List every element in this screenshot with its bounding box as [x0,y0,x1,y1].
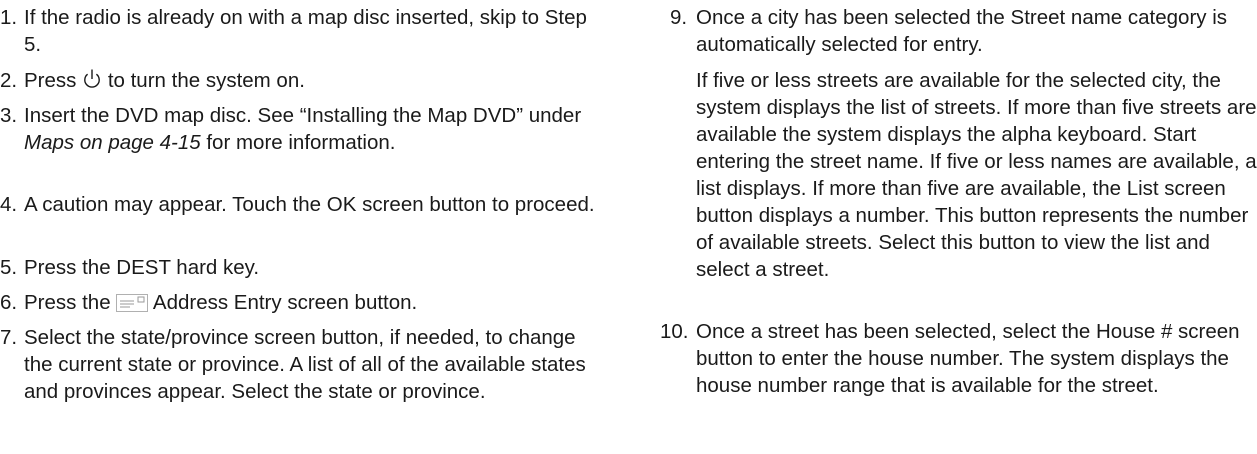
step-text: A caution may appear. Touch the OK scree… [24,193,595,216]
step-4: 4. A caution may appear. Touch the OK sc… [0,191,600,218]
power-icon [82,68,102,90]
step-number: 1. [0,6,18,29]
step-text-pre: Press [24,69,77,92]
step-text: Once a street has been selected, select … [696,320,1240,397]
step-text-post: for more information. [206,131,396,154]
step-text-pre: Insert the DVD map disc. See “Installing… [24,104,582,127]
step-text: Press the Address Entry screen button. [0,289,600,316]
page-reference: Maps on page 4‑15 [24,131,201,154]
step-6: 6. Press the Address Entry screen button… [0,289,600,316]
step-number: 10. [660,320,689,343]
step-text-post: Address Entry screen button. [152,291,418,314]
step-detail-text: If five or less streets are available fo… [696,69,1257,281]
step-text-post: to turn the system on. [107,69,305,92]
step-number: 6. [0,291,18,314]
step-1: 1. If the radio is already on with a map… [0,4,600,58]
step-text: Select the state/province screen button,… [24,326,586,403]
step-number: 5. [0,256,18,279]
step-number: 7. [0,326,18,349]
step-text: Press the DEST hard key. [24,256,260,279]
step-9-detail: If five or less streets are available fo… [660,67,1257,283]
step-text: Once a city has been selected the Street… [696,6,1228,56]
step-number: 3. [0,104,18,127]
step-5: 5. Press the DEST hard key. [0,254,600,281]
step-7: 7. Select the state/province screen butt… [0,324,600,405]
step-9: 9. Once a city has been selected the Str… [660,4,1257,58]
step-3: 3. Insert the DVD map disc. See “Install… [0,102,600,156]
step-text: If the radio is already on with a map di… [24,6,587,56]
step-2: 2. Press to turn the system on. [0,67,600,94]
step-number: 2. [0,69,18,92]
step-text-pre: Press the [24,291,111,314]
step-number: 9. [670,6,688,29]
step-10: 10. Once a street has been selected, sel… [660,318,1257,399]
address-entry-icon [116,294,149,312]
step-text: Press to turn the system on. [0,67,600,94]
step-text: Insert the DVD map disc. See “Installing… [0,102,600,156]
step-number: 4. [0,193,18,216]
